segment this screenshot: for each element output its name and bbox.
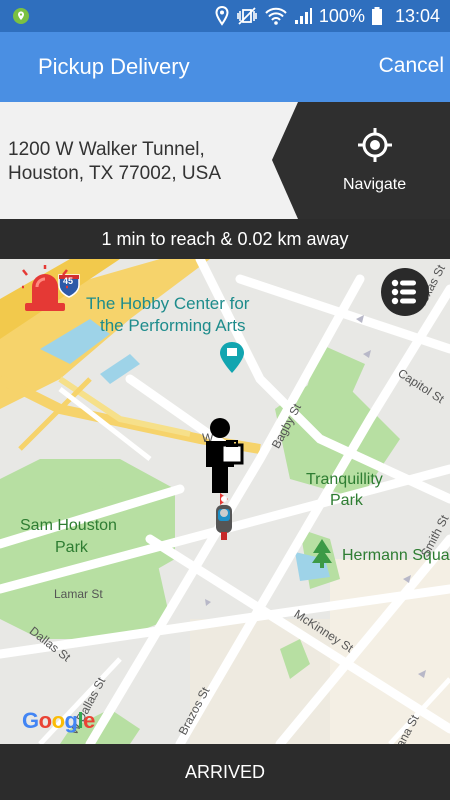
pickup-address: 1200 W Walker Tunnel, Houston, TX 77002,…	[8, 138, 270, 186]
google-logo: Google	[22, 708, 95, 734]
emergency-siren-icon[interactable]	[22, 265, 68, 315]
navigate-label: Navigate	[343, 176, 407, 193]
eta-banner: 1 min to reach & 0.02 km away	[0, 219, 450, 259]
map-label-hobby-center-2: the Performing Arts	[100, 316, 246, 335]
google-logo-e: e	[83, 708, 95, 733]
map-view[interactable]: The Hobby Center for the Performing Arts…	[0, 259, 450, 744]
google-logo-o2: o	[51, 708, 65, 733]
courier-marker-icon	[206, 418, 244, 540]
app-bar: Pickup Delivery Cancel	[0, 32, 450, 102]
location-pin-icon	[13, 8, 29, 24]
crosshair-target-icon	[358, 128, 392, 162]
map-label-tranquillity: Tranquillity	[306, 471, 383, 488]
menu-button[interactable]	[381, 268, 429, 316]
google-logo-g: G	[22, 708, 39, 733]
battery-icon	[371, 7, 382, 25]
wifi-icon	[265, 7, 287, 25]
battery-percent: 100%	[318, 5, 365, 26]
map-label-sam-houston: Sam Houston	[20, 517, 117, 534]
cancel-button[interactable]: Cancel	[379, 54, 444, 78]
google-logo-o1: o	[38, 708, 52, 733]
signal-icon	[294, 8, 312, 24]
map-label-hobby-center: The Hobby Center for	[86, 294, 250, 313]
list-icon	[391, 279, 416, 305]
status-bar: 100% 13:04	[0, 0, 450, 32]
mute-icon	[237, 7, 257, 25]
gps-icon	[215, 6, 229, 26]
navigate-button[interactable]: Navigate	[270, 102, 450, 219]
map-label-sam-houston-2: Park	[55, 539, 88, 556]
map-label-lamar-st: Lamar St	[54, 587, 103, 601]
arrived-button[interactable]: ARRIVED	[0, 744, 450, 800]
page-title: Pickup Delivery	[38, 54, 190, 79]
map-label-tranquillity-2: Park	[330, 492, 363, 509]
address-panel: 1200 W Walker Tunnel, Houston, TX 77002,…	[0, 102, 450, 219]
address-line-1: 1200 W Walker Tunnel,	[8, 139, 205, 160]
address-line-2: Houston, TX 77002, USA	[8, 163, 221, 184]
clock: 13:04	[394, 5, 440, 26]
google-logo-g2: g	[64, 708, 78, 733]
